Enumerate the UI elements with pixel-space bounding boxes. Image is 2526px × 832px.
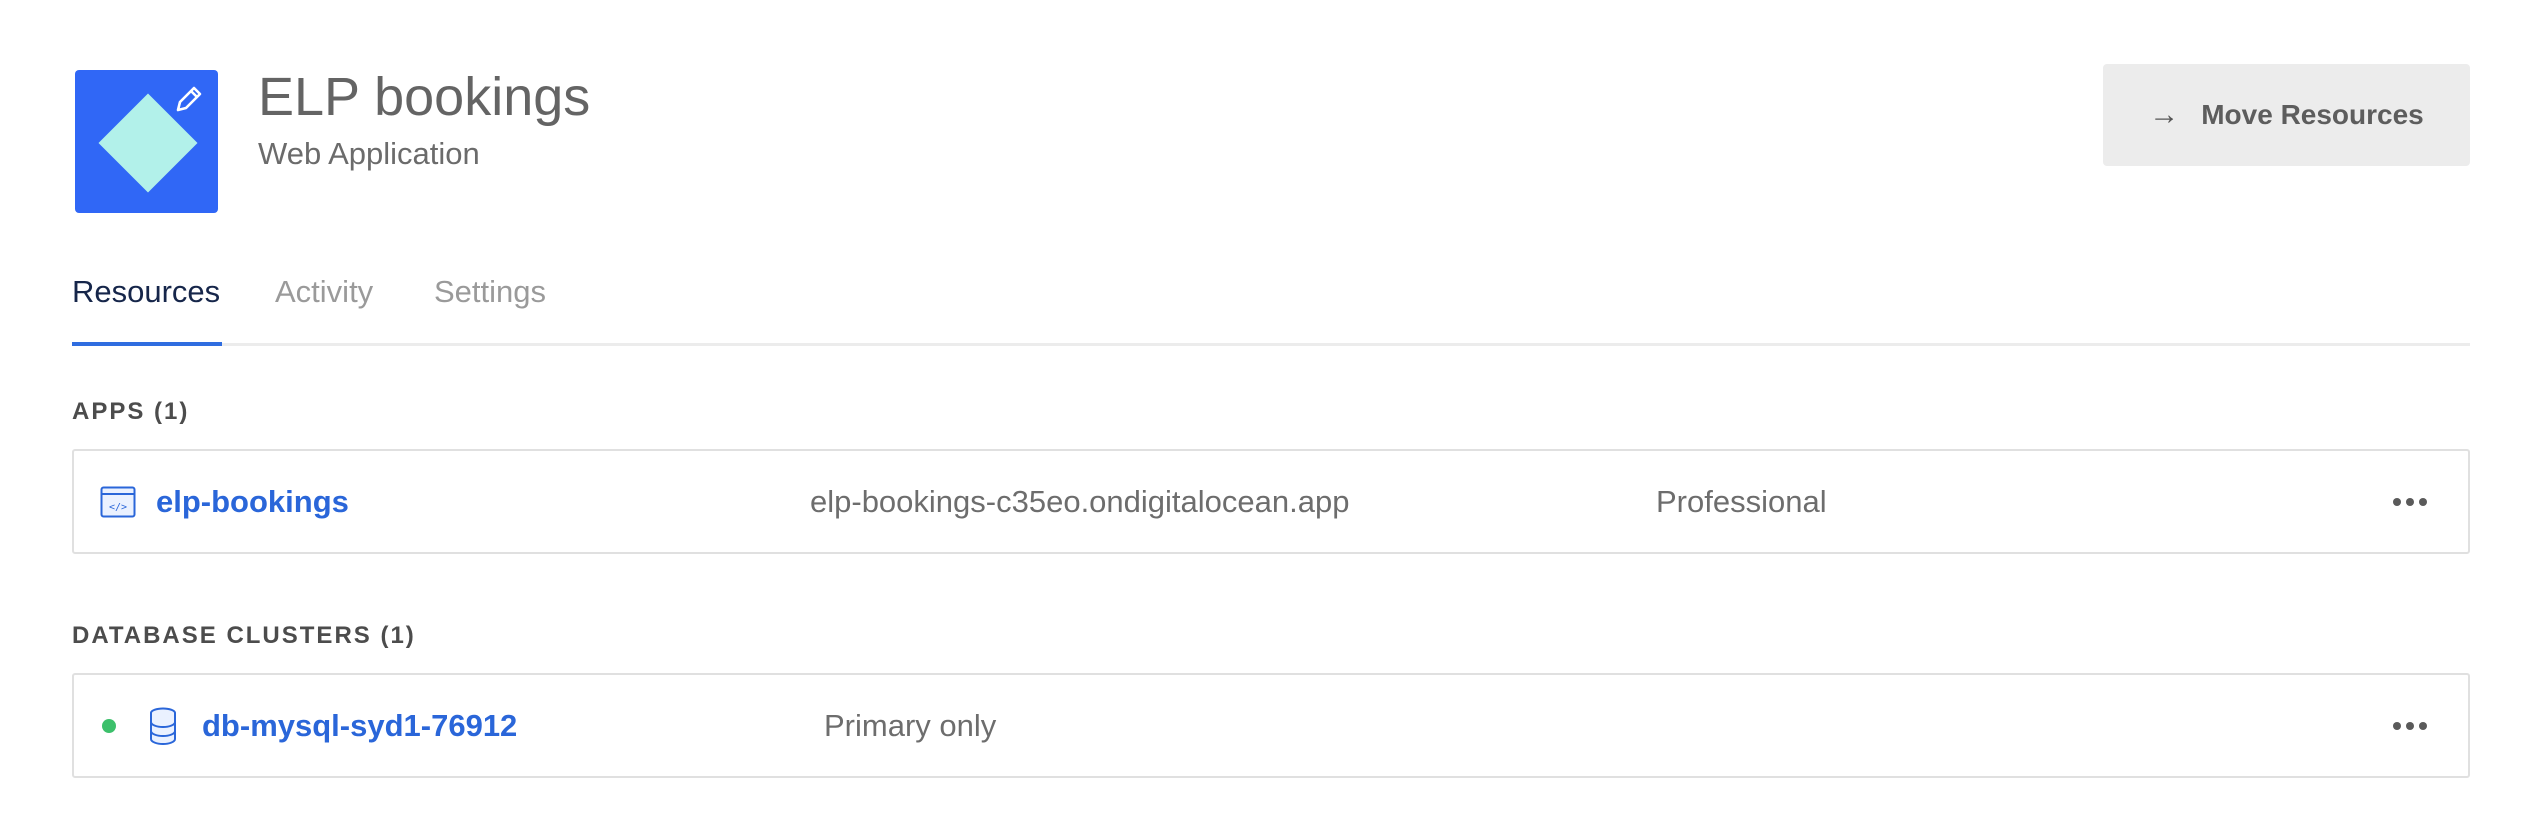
apps-section-heading: APPS (1): [72, 398, 190, 425]
database-node-config: Primary only: [824, 707, 997, 743]
more-dot-icon: [2406, 497, 2414, 506]
app-tier: Professional: [1656, 483, 1827, 519]
edit-pencil-icon[interactable]: [172, 82, 206, 116]
tab-resources-label: Resources: [72, 274, 221, 309]
active-tab-indicator: [72, 342, 222, 346]
more-dot-icon: [2419, 497, 2427, 506]
tab-settings[interactable]: Settings: [434, 270, 546, 314]
status-online-icon: [102, 718, 116, 733]
move-resources-label: Move Resources: [2201, 99, 2424, 130]
move-resources-button[interactable]: → Move Resources: [2103, 64, 2470, 166]
tab-activity-label: Activity: [275, 274, 374, 309]
tab-bar: Resources Activity Settings: [72, 262, 2470, 346]
databases-section-heading: DATABASE CLUSTERS (1): [72, 622, 416, 649]
arrow-right-icon: →: [2149, 98, 2180, 131]
more-dot-icon: [2393, 721, 2401, 730]
app-domain[interactable]: elp-bookings-c35eo.ondigitalocean.app: [810, 484, 1349, 520]
page-title: ELP bookings: [258, 67, 591, 127]
more-dot-icon: [2393, 497, 2401, 506]
database-name-link[interactable]: db-mysql-syd1-76912: [202, 708, 517, 744]
tab-settings-label: Settings: [434, 274, 547, 309]
svg-text:</>: </>: [109, 502, 127, 513]
app-code-icon: </>: [100, 451, 136, 552]
app-name-link[interactable]: elp-bookings: [156, 484, 349, 520]
database-icon: [148, 675, 178, 776]
project-avatar[interactable]: [75, 70, 218, 213]
project-type: Web Application: [258, 136, 480, 171]
more-dot-icon: [2419, 721, 2427, 730]
tab-activity[interactable]: Activity: [275, 270, 373, 314]
tab-resources[interactable]: Resources: [72, 270, 220, 314]
database-row: db-mysql-syd1-76912 Primary only: [72, 673, 2470, 778]
database-more-options-button[interactable]: [2382, 675, 2438, 776]
app-row: </> elp-bookings elp-bookings-c35eo.ondi…: [72, 449, 2470, 554]
app-more-options-button[interactable]: [2382, 451, 2438, 552]
more-dot-icon: [2406, 721, 2414, 730]
